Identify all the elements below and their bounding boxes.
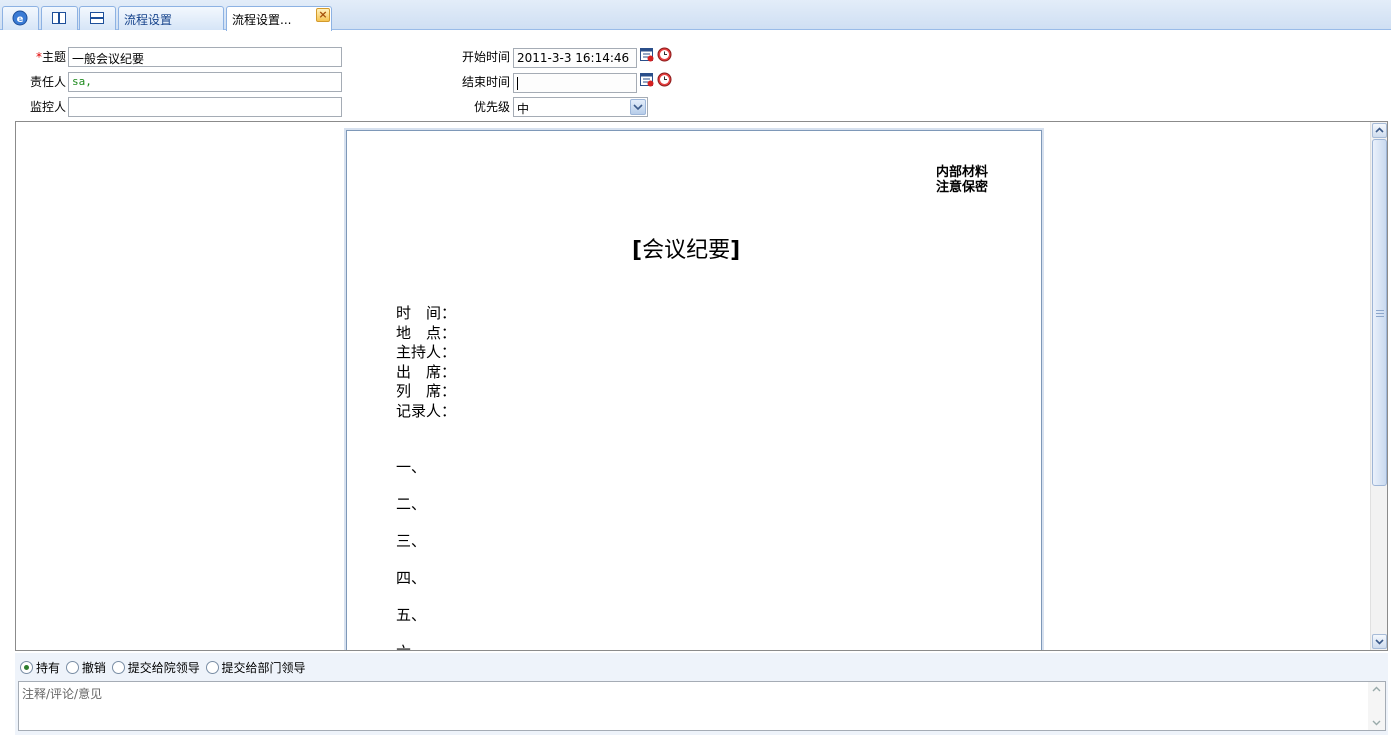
comment-textarea[interactable]: 注释/评论/意见 [18,681,1386,731]
priority-label: 优先级 [473,100,510,114]
radio-icon[interactable] [111,661,125,674]
radio-label: 提交给院领导 [127,661,200,675]
meeting-fields: 时 间： 地 点： 主持人： 出 席： 列 席： 记录人： [396,304,456,421]
list-item: 一、 [396,458,427,476]
list-item: 三、 [396,532,427,550]
field-time: 时 间： [396,304,457,322]
tab-home[interactable]: e [2,6,39,30]
split-horizontal-icon [90,12,104,24]
radio-submit-department-leader[interactable]: 提交给部门领导 [205,659,306,676]
text-caret [517,77,518,90]
home-icon: e [12,10,28,26]
radio-label: 持有 [36,661,61,675]
priority-value: 中 [517,102,530,116]
tab-label: 流程设置 [124,13,173,27]
end-time-input[interactable] [513,73,637,93]
field-attendees: 出 席： [396,362,457,381]
scroll-arrows-icon [1372,686,1381,726]
grip-line [1376,310,1384,311]
tab-split-vertical[interactable] [41,6,78,30]
grip-line [1376,313,1384,314]
document-viewer[interactable]: 内部材料 注意保密 [会议纪要] 时 间： 地 点： 主持人： 出 席： 列 席… [15,121,1388,651]
agenda-items: 一、 二、 三、 四、 五、 六、 [396,456,427,650]
confidential-mark: 内部材料 注意保密 [936,165,988,195]
subject-label-text: 主题 [41,50,66,64]
chevron-up-icon [1375,127,1384,133]
calendar-icon[interactable] [640,47,655,62]
scroll-up-button[interactable] [1372,123,1387,138]
tab-process-settings[interactable]: 流程设置 [118,6,224,30]
subject-input[interactable]: 一般会议纪要 [68,47,342,67]
field-observers: 列 席： [396,382,457,400]
field-host: 主持人： [396,343,457,361]
clock-icon[interactable] [657,72,672,87]
list-item: 二、 [396,495,427,513]
monitor-label: 监控人 [29,100,66,114]
radio-icon[interactable] [205,661,219,674]
split-vertical-icon [52,12,66,24]
priority-select[interactable]: 中 [513,97,648,117]
field-place: 地 点： [396,323,457,342]
close-tab-icon[interactable]: × [316,8,330,22]
radio-selected-icon[interactable] [20,661,33,674]
chevron-down-icon [1375,639,1384,645]
tab-split-horizontal[interactable] [79,6,116,30]
monitor-input[interactable] [68,97,342,117]
field-recorder: 记录人： [396,401,457,420]
end-time-label: 结束时间 [461,75,510,89]
tab-bar: e 流程设置 流程设置... × [0,0,1391,31]
radio-label: 提交给部门领导 [221,661,306,675]
radio-icon[interactable] [65,661,79,674]
title-text: 会议纪要 [642,238,731,263]
owner-label: 责任人 [29,75,66,89]
dropdown-arrow-icon[interactable] [630,99,646,115]
scroll-thumb[interactable] [1372,139,1387,486]
subject-label: *主题 [20,48,66,65]
comment-scrollbar[interactable] [1368,682,1385,730]
start-time-label: 开始时间 [461,50,510,64]
mark-line-1: 内部材料 [936,165,989,180]
action-radio-group: 持有 撤销 提交给院领导 提交给部门领导 [20,659,308,677]
clock-icon[interactable] [657,47,672,62]
list-item: 五、 [396,606,427,624]
mark-line-2: 注意保密 [936,180,989,195]
radio-submit-institute-leader[interactable]: 提交给院领导 [111,659,200,676]
tab-process-settings-active[interactable]: 流程设置... × [226,6,332,31]
document-page: 内部材料 注意保密 [会议纪要] 时 间： 地 点： 主持人： 出 席： 列 席… [346,130,1042,650]
start-time-input[interactable]: 2011-3-3 16:14:46 [513,48,637,68]
owner-input[interactable]: sa, [68,72,342,92]
radio-label: 撤销 [81,661,106,675]
title-bracket-close: ] [730,238,741,263]
svg-text:e: e [17,14,24,25]
comment-placeholder: 注释/评论/意见 [22,687,103,701]
title-bracket-open: [ [632,238,643,263]
calendar-icon[interactable] [640,72,655,87]
grip-line [1376,316,1384,317]
scroll-down-button[interactable] [1372,634,1387,649]
vertical-scrollbar[interactable] [1370,122,1387,650]
list-item: 六、 [396,641,426,650]
document-title: [会议纪要] [632,232,740,264]
list-item: 四、 [396,569,427,587]
tab-label: 流程设置... [232,13,292,27]
radio-hold[interactable]: 持有 [20,659,60,676]
radio-revoke[interactable]: 撤销 [65,659,106,676]
